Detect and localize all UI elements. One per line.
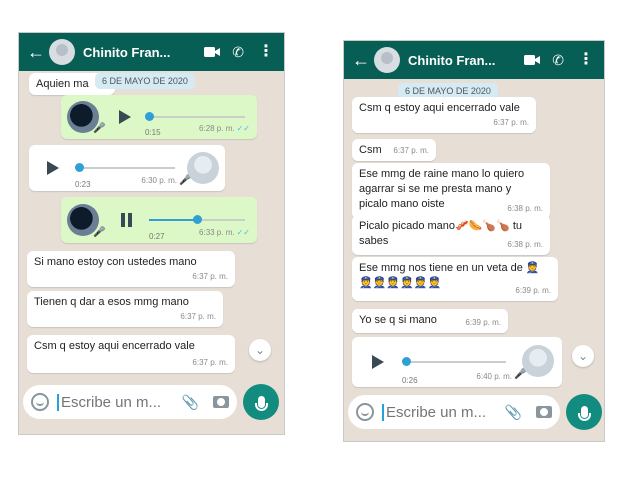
message-timestamp: 6:37 p. m. bbox=[493, 118, 529, 127]
message-timestamp: 6:30 p. m. bbox=[141, 176, 177, 185]
emoji-icon[interactable] bbox=[31, 393, 49, 411]
audio-sender-avatar bbox=[187, 152, 219, 184]
audio-progress-fill bbox=[149, 219, 197, 221]
audio-duration: 0:27 bbox=[149, 232, 165, 241]
message-input[interactable] bbox=[382, 403, 501, 421]
audio-progress-knob[interactable] bbox=[402, 357, 411, 366]
contact-name[interactable]: Chinito Fran... bbox=[408, 53, 524, 68]
microphone-icon bbox=[254, 396, 268, 411]
message-bubble: Csm q estoy aqui encerrado vale 6:37 p. … bbox=[352, 97, 536, 133]
audio-duration: 0:26 bbox=[402, 376, 418, 385]
read-receipt-icon: ✓✓ bbox=[236, 124, 250, 133]
message-timestamp: 6:39 p. m. bbox=[515, 286, 551, 295]
more-vertical-icon[interactable]: ⋮ bbox=[258, 44, 274, 60]
scroll-to-bottom-button[interactable]: ⌄ bbox=[249, 339, 271, 361]
back-arrow-icon[interactable]: ← bbox=[27, 43, 45, 61]
date-separator: 6 DE MAYO DE 2020 bbox=[95, 73, 195, 89]
message-bubble: Ese mmg nos tiene en un veta de 👮👮👮👮👮👮👮 … bbox=[352, 257, 558, 301]
audio-progress-track[interactable] bbox=[75, 167, 175, 169]
audio-duration: 0:15 bbox=[145, 128, 161, 137]
audio-message-outgoing-playing: 🎤 0:27 6:33 p. m. ✓✓ bbox=[61, 197, 257, 243]
audio-progress-knob[interactable] bbox=[145, 112, 154, 121]
message-text: Tienen q dar a esos mmg mano bbox=[34, 296, 189, 308]
message-timestamp: 6:37 p. m. bbox=[180, 312, 216, 321]
contact-name[interactable]: Chinito Fran... bbox=[83, 45, 204, 60]
message-composer: 📎 bbox=[23, 385, 237, 419]
audio-sender-avatar bbox=[522, 345, 554, 377]
message-timestamp: 6:37 p. m. bbox=[192, 358, 228, 367]
message-timestamp: 6:40 p. m. bbox=[476, 372, 512, 381]
message-text: Csm q estoy aqui encerrado vale bbox=[359, 102, 520, 114]
audio-progress-knob[interactable] bbox=[193, 215, 202, 224]
back-arrow-icon[interactable]: ← bbox=[352, 51, 370, 69]
audio-progress-track[interactable] bbox=[145, 116, 245, 118]
chat-header: ← Chinito Fran... ✆ ⋮ bbox=[19, 33, 284, 71]
phone-icon[interactable]: ✆ bbox=[232, 44, 244, 60]
message-timestamp: 6:38 p. m. bbox=[507, 204, 543, 213]
emoji-icon[interactable] bbox=[356, 403, 374, 421]
message-input[interactable] bbox=[57, 393, 178, 411]
chat-screenshot-right: ← Chinito Fran... ✆ ⋮ 6 DE MAYO DE 2020 … bbox=[343, 40, 605, 442]
paperclip-icon[interactable]: 📎 bbox=[505, 404, 522, 421]
chevron-double-down-icon: ⌄ bbox=[577, 349, 589, 363]
message-timestamp: 6:39 p. m. bbox=[465, 318, 501, 327]
message-timestamp: 6:28 p. m. ✓✓ bbox=[199, 124, 250, 133]
microphone-icon: 🎤 bbox=[93, 227, 106, 238]
voice-record-button[interactable] bbox=[566, 394, 602, 430]
message-bubble: Si mano estoy con ustedes mano 6:37 p. m… bbox=[27, 251, 235, 287]
video-camera-icon[interactable] bbox=[204, 46, 221, 58]
message-bubble: Tienen q dar a esos mmg mano 6:37 p. m. bbox=[27, 291, 223, 327]
play-icon[interactable] bbox=[372, 355, 384, 369]
play-icon[interactable] bbox=[47, 161, 59, 175]
video-camera-icon[interactable] bbox=[524, 54, 541, 66]
audio-duration: 0:23 bbox=[75, 180, 91, 189]
message-bubble: Picalo picado mano🥓🌭🍗🍗 tu sabes 6:38 p. … bbox=[352, 215, 550, 255]
audio-progress-track[interactable] bbox=[402, 361, 506, 363]
audio-progress-knob[interactable] bbox=[75, 163, 84, 172]
pause-icon[interactable] bbox=[121, 213, 133, 227]
message-bubble: Csm 6:37 p. m. bbox=[352, 139, 436, 161]
audio-message-outgoing: 🎤 0:15 6:28 p. m. ✓✓ bbox=[61, 95, 257, 139]
audio-message-incoming: 0:23 🎤 6:30 p. m. bbox=[29, 145, 225, 191]
audio-message-incoming: 0:26 🎤 6:40 p. m. bbox=[352, 337, 562, 387]
message-text: Si mano estoy con ustedes mano bbox=[34, 256, 197, 268]
message-timestamp: 6:37 p. m. bbox=[192, 272, 228, 281]
camera-icon[interactable] bbox=[536, 406, 552, 418]
read-receipt-icon: ✓✓ bbox=[236, 228, 250, 237]
message-bubble: Ese mmg de raine mano lo quiero agarrar … bbox=[352, 163, 550, 219]
play-icon[interactable] bbox=[119, 110, 131, 124]
microphone-icon: 🎤 bbox=[93, 123, 106, 134]
message-timestamp: 6:33 p. m. ✓✓ bbox=[199, 228, 250, 237]
chat-header: ← Chinito Fran... ✆ ⋮ bbox=[344, 41, 604, 79]
contact-avatar[interactable] bbox=[49, 39, 75, 65]
message-composer: 📎 bbox=[348, 395, 560, 429]
chevron-double-down-icon: ⌄ bbox=[254, 343, 266, 357]
camera-icon[interactable] bbox=[213, 396, 229, 408]
message-timestamp: 6:38 p. m. bbox=[507, 240, 543, 249]
message-bubble: Csm q estoy aqui encerrado vale 6:37 p. … bbox=[27, 335, 235, 373]
phone-icon[interactable]: ✆ bbox=[552, 52, 564, 68]
chat-screenshot-left: ← Chinito Fran... ✆ ⋮ Aquien ma 6 DE MAY… bbox=[18, 32, 285, 435]
microphone-icon bbox=[577, 406, 591, 421]
scroll-to-bottom-button[interactable]: ⌄ bbox=[572, 345, 594, 367]
message-timestamp: 6:37 p. m. bbox=[393, 146, 429, 155]
voice-record-button[interactable] bbox=[243, 384, 279, 420]
paperclip-icon[interactable]: 📎 bbox=[182, 394, 199, 411]
contact-avatar[interactable] bbox=[374, 47, 400, 73]
message-text: Csm q estoy aqui encerrado vale bbox=[34, 340, 195, 352]
more-vertical-icon[interactable]: ⋮ bbox=[578, 52, 594, 68]
message-bubble: Yo se q si mano 6:39 p. m. bbox=[352, 309, 508, 333]
